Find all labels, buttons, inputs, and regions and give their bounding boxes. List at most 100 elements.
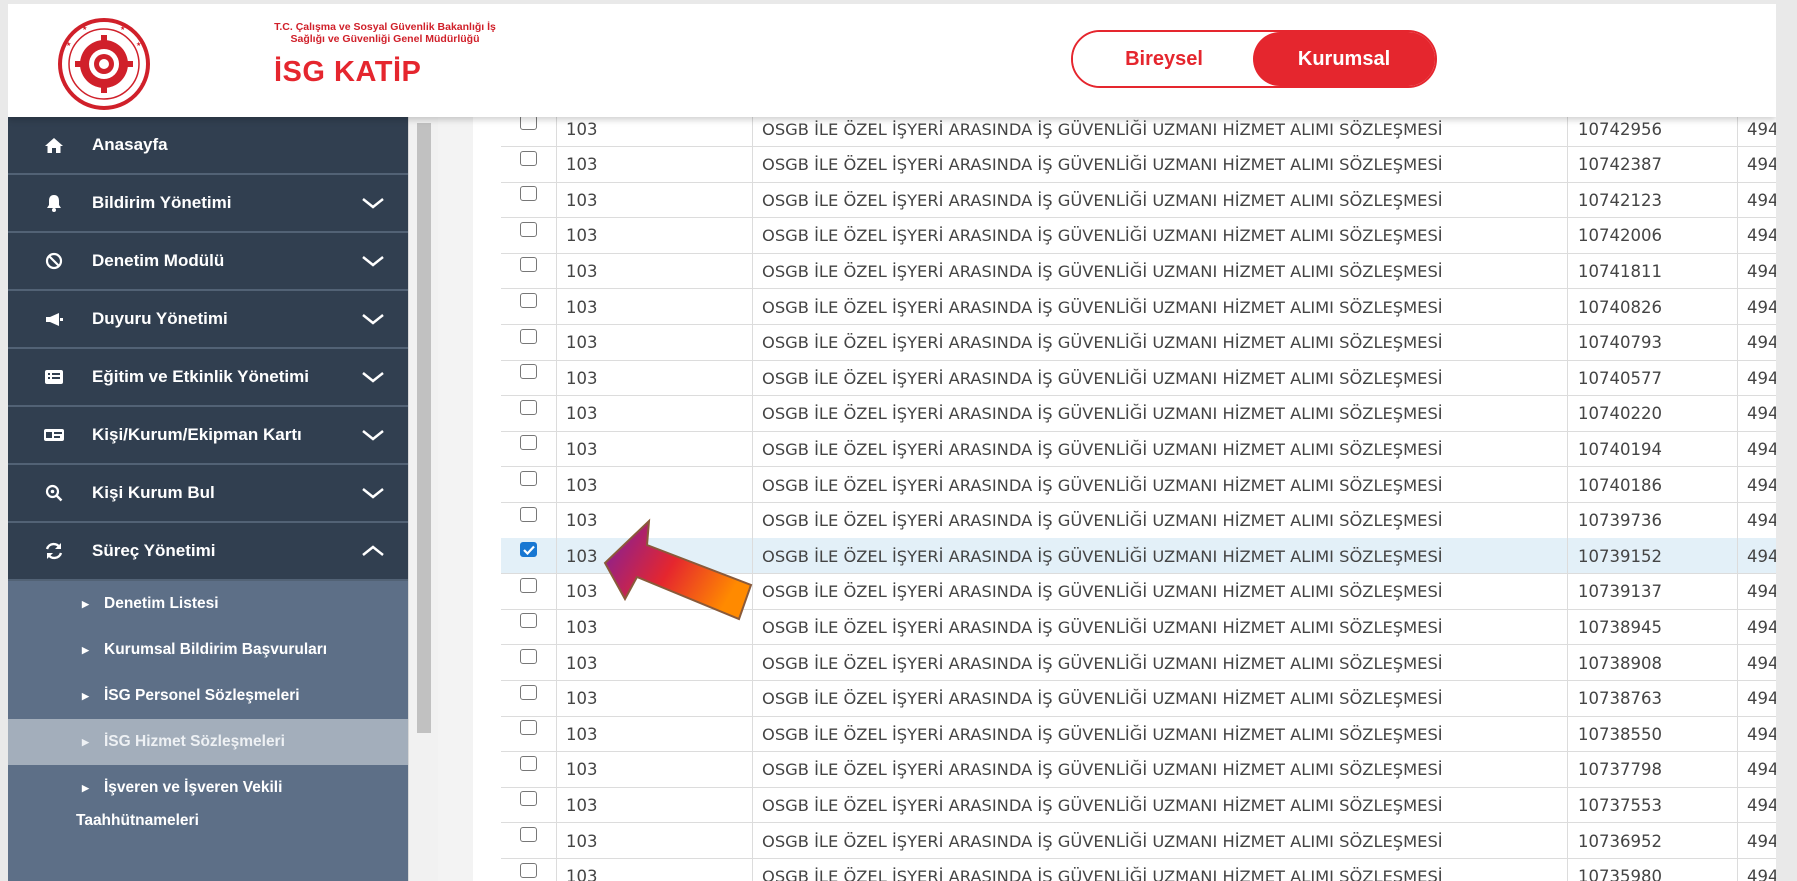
sidebar-item-duyuru-yonetimi[interactable]: Duyuru Yönetimi xyxy=(8,291,408,349)
table-row[interactable]: 103 OSGB İLE ÖZEL İŞYERİ ARASINDA İŞ GÜVE… xyxy=(501,823,1776,859)
sidebar-item-label: Duyuru Yönetimi xyxy=(92,309,228,328)
table-row[interactable]: 103 OSGB İLE ÖZEL İŞYERİ ARASINDA İŞ GÜVE… xyxy=(501,182,1776,219)
row-checkbox[interactable] xyxy=(520,791,537,807)
cell-extra: 494 xyxy=(1737,146,1776,183)
home-icon xyxy=(42,135,66,155)
cell-contract-number: 10737798 xyxy=(1567,751,1737,788)
table-row[interactable]: 103 OSGB İLE ÖZEL İŞYERİ ARASINDA İŞ GÜVE… xyxy=(501,787,1776,824)
cell-extra: 494 xyxy=(1737,680,1776,717)
table-row[interactable]: 103 OSGB İLE ÖZEL İŞYERİ ARASINDA İŞ GÜVE… xyxy=(501,538,1776,575)
subitem-isg-hizmet-sozlesmeleri[interactable]: ▶ İSG Hizmet Sözleşmeleri xyxy=(8,719,408,765)
chevron-down-icon xyxy=(362,314,384,325)
table-row[interactable]: 103 OSGB İLE ÖZEL İŞYERİ ARASINDA İŞ GÜVE… xyxy=(501,680,1776,717)
sidebar-item-kisi-kurum-ekipman[interactable]: Kişi/Kurum/Ekipman Kartı xyxy=(8,407,408,465)
subitem-denetim-listesi[interactable]: ▶ Denetim Listesi xyxy=(8,581,408,627)
bireysel-toggle-button[interactable]: Bireysel xyxy=(1073,32,1255,86)
sidebar-scrollbar[interactable] xyxy=(408,117,438,881)
row-checkbox[interactable] xyxy=(520,862,537,878)
table-row[interactable]: 103 OSGB İLE ÖZEL İŞYERİ ARASINDA İŞ GÜVE… xyxy=(501,217,1776,254)
row-checkbox[interactable] xyxy=(520,577,537,593)
row-checkbox[interactable] xyxy=(520,115,537,130)
table-row[interactable]: 103 OSGB İLE ÖZEL İŞYERİ ARASINDA İŞ GÜVE… xyxy=(501,609,1776,646)
sidebar-item-kisi-kurum-bul[interactable]: Kişi Kurum Bul xyxy=(8,465,408,523)
row-checkbox[interactable] xyxy=(520,186,537,202)
table-row[interactable]: 103 OSGB İLE ÖZEL İŞYERİ ARASINDA İŞ GÜVE… xyxy=(501,858,1776,881)
row-checkbox[interactable] xyxy=(520,435,537,451)
sidebar-item-anasayfa[interactable]: Anasayfa xyxy=(8,117,408,175)
cell-code: 103 xyxy=(556,360,752,397)
table-row[interactable]: 103 OSGB İLE ÖZEL İŞYERİ ARASINDA İŞ GÜVE… xyxy=(501,645,1776,681)
sidebar-item-denetim-modulu[interactable]: Denetim Modülü xyxy=(8,233,408,291)
cell-code: 103 xyxy=(556,324,752,361)
row-checkbox-cell xyxy=(501,645,556,681)
subitem-taahhutnameleri[interactable]: Taahhütnameleri xyxy=(8,801,408,841)
cell-contract-number: 10739137 xyxy=(1567,573,1737,610)
kurumsal-toggle-button[interactable]: Kurumsal xyxy=(1253,32,1435,86)
table-row[interactable]: 103 OSGB İLE ÖZEL İŞYERİ ARASINDA İŞ GÜVE… xyxy=(501,360,1776,397)
row-checkbox-cell xyxy=(501,218,556,254)
cell-contract-number: 10740220 xyxy=(1567,395,1737,432)
sidebar-scrollbar-thumb[interactable] xyxy=(417,123,431,733)
row-checkbox-cell xyxy=(501,396,556,432)
sidebar-item-surec-yonetimi[interactable]: Süreç Yönetimi xyxy=(8,523,408,581)
table-row[interactable]: 103 OSGB İLE ÖZEL İŞYERİ ARASINDA İŞ GÜVE… xyxy=(501,289,1776,325)
cell-contract-type: OSGB İLE ÖZEL İŞYERİ ARASINDA İŞ GÜVENLİ… xyxy=(752,823,1567,859)
row-checkbox[interactable] xyxy=(520,293,537,308)
cell-extra: 494 xyxy=(1737,217,1776,254)
cell-contract-number: 10742006 xyxy=(1567,217,1737,254)
cell-code: 103 xyxy=(556,645,752,681)
row-checkbox[interactable] xyxy=(520,328,537,344)
cell-contract-type: OSGB İLE ÖZEL İŞYERİ ARASINDA İŞ GÜVENLİ… xyxy=(752,858,1567,881)
row-checkbox[interactable] xyxy=(520,613,537,629)
sidebar-item-bildirim-yonetimi[interactable]: Bildirim Yönetimi xyxy=(8,175,408,233)
caret-right-icon: ▶ xyxy=(82,782,89,793)
row-checkbox[interactable] xyxy=(520,720,537,736)
row-checkbox[interactable] xyxy=(520,257,537,273)
cell-contract-type: OSGB İLE ÖZEL İŞYERİ ARASINDA İŞ GÜVENLİ… xyxy=(752,289,1567,325)
cell-contract-type: OSGB İLE ÖZEL İŞYERİ ARASINDA İŞ GÜVENLİ… xyxy=(752,395,1567,432)
cell-code: 103 xyxy=(556,609,752,646)
subitem-isg-personel-sozlesmeleri[interactable]: ▶ İSG Personel Sözleşmeleri xyxy=(8,673,408,719)
table-row[interactable]: 103 OSGB İLE ÖZEL İŞYERİ ARASINDA İŞ GÜVE… xyxy=(501,467,1776,503)
row-checkbox-cell xyxy=(501,787,556,823)
row-checkbox[interactable] xyxy=(520,649,537,664)
sidebar-item-label: Kişi Kurum Bul xyxy=(92,483,215,502)
row-checkbox-cell xyxy=(501,325,556,361)
row-checkbox[interactable] xyxy=(520,827,537,842)
cell-code: 103 xyxy=(556,538,752,575)
row-checkbox[interactable] xyxy=(520,506,537,522)
row-checkbox[interactable] xyxy=(520,542,537,558)
cell-code: 103 xyxy=(556,680,752,717)
row-checkbox[interactable] xyxy=(520,399,537,415)
content-gutter xyxy=(438,117,473,881)
cell-extra: 494 xyxy=(1737,823,1776,859)
cell-contract-number: 10735980 xyxy=(1567,858,1737,881)
cell-contract-type: OSGB İLE ÖZEL İŞYERİ ARASINDA İŞ GÜVENLİ… xyxy=(752,502,1567,539)
list-icon xyxy=(42,367,66,387)
row-checkbox[interactable] xyxy=(520,684,537,700)
table-row[interactable]: 103 OSGB İLE ÖZEL İŞYERİ ARASINDA İŞ GÜVE… xyxy=(501,502,1776,539)
row-checkbox[interactable] xyxy=(520,471,537,486)
table-row[interactable]: 103 OSGB İLE ÖZEL İŞYERİ ARASINDA İŞ GÜVE… xyxy=(501,395,1776,432)
table-row[interactable]: 103 OSGB İLE ÖZEL İŞYERİ ARASINDA İŞ GÜVE… xyxy=(501,573,1776,610)
row-checkbox[interactable] xyxy=(520,364,537,380)
table-row[interactable]: 103 OSGB İLE ÖZEL İŞYERİ ARASINDA İŞ GÜVE… xyxy=(501,751,1776,788)
table-row[interactable]: 103 OSGB İLE ÖZEL İŞYERİ ARASINDA İŞ GÜVE… xyxy=(501,146,1776,183)
row-checkbox[interactable] xyxy=(520,221,537,237)
svg-text:★: ★ xyxy=(82,25,87,32)
row-checkbox-cell xyxy=(501,609,556,645)
cell-extra: 494 xyxy=(1737,431,1776,468)
cell-code: 103 xyxy=(556,751,752,788)
sidebar-item-egitim-etkinlik[interactable]: Eğitim ve Etkinlik Yönetimi xyxy=(8,349,408,407)
table-row[interactable]: 103 OSGB İLE ÖZEL İŞYERİ ARASINDA İŞ GÜVE… xyxy=(501,716,1776,753)
table-row[interactable]: 103 OSGB İLE ÖZEL İŞYERİ ARASINDA İŞ GÜVE… xyxy=(501,431,1776,468)
row-checkbox[interactable] xyxy=(520,150,537,166)
row-checkbox[interactable] xyxy=(520,755,537,771)
row-checkbox-cell xyxy=(501,431,556,467)
cell-contract-number: 10741811 xyxy=(1567,253,1737,290)
table-row[interactable]: 103 OSGB İLE ÖZEL İŞYERİ ARASINDA İŞ GÜVE… xyxy=(501,324,1776,361)
subitem-kurumsal-bildirim-basvurulari[interactable]: ▶ Kurumsal Bildirim Başvuruları xyxy=(8,627,408,673)
subitem-label: İSG Hizmet Sözleşmeleri xyxy=(104,733,285,750)
table-row[interactable]: 103 OSGB İLE ÖZEL İŞYERİ ARASINDA İŞ GÜVE… xyxy=(501,253,1776,290)
sidebar-item-label: Denetim Modülü xyxy=(92,251,225,270)
